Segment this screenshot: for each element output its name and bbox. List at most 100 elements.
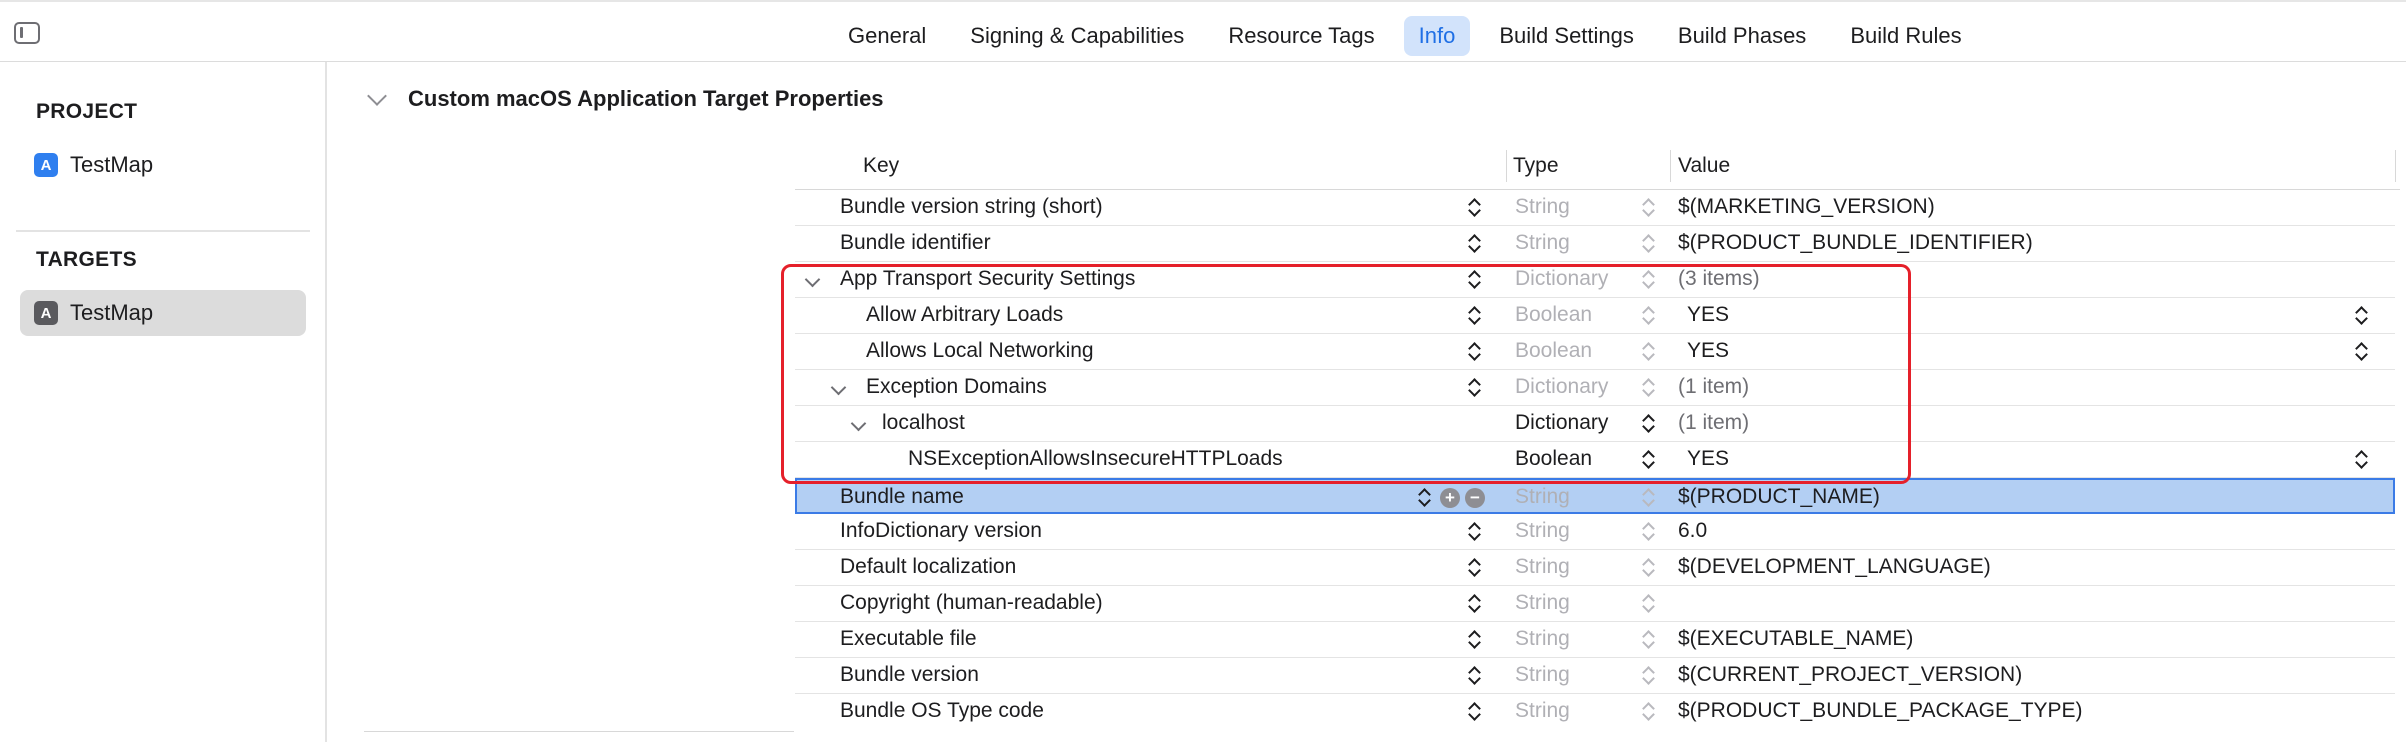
row-key: Executable file [840,627,977,650]
up-down-stepper-icon[interactable] [1642,413,1656,435]
row-key: Bundle version [840,663,979,686]
row-value[interactable]: 6.0 [1678,519,1707,543]
up-down-stepper-icon[interactable] [1642,629,1656,651]
up-down-stepper-icon[interactable] [1642,701,1656,723]
up-down-stepper-icon[interactable] [1642,593,1656,615]
row-key: Default localization [840,555,1017,578]
column-header-key[interactable]: Key [863,154,899,178]
minus-circle-icon[interactable]: − [1465,488,1485,508]
row-value[interactable]: $(EXECUTABLE_NAME) [1678,627,1913,651]
tab-build-settings[interactable]: Build Settings [1484,16,1649,56]
tab-general[interactable]: General [833,16,941,56]
row-key: InfoDictionary version [840,519,1042,542]
up-down-stepper-icon[interactable] [2355,305,2369,327]
row-value: (3 items) [1678,267,1760,290]
up-down-stepper-icon[interactable] [1642,665,1656,687]
table-row[interactable]: Allow Arbitrary Loads Boolean YES [795,298,2395,334]
up-down-stepper-icon[interactable] [1468,269,1482,291]
up-down-stepper-icon[interactable] [1468,521,1482,543]
row-key: Copyright (human-readable) [840,591,1103,614]
table-row[interactable]: NSExceptionAllowsInsecureHTTPLoads Boole… [795,442,2395,478]
table-row[interactable]: Bundle version String $(CURRENT_PROJECT_… [795,658,2395,694]
up-down-stepper-icon[interactable] [1642,557,1656,579]
table-row[interactable]: Copyright (human-readable) String [795,586,2395,622]
table-row[interactable]: Bundle version string (short) String $(M… [795,190,2395,226]
table-row[interactable]: Bundle OS Type code String $(PRODUCT_BUN… [795,694,2395,730]
up-down-stepper-icon[interactable] [1642,197,1656,219]
table-row[interactable]: InfoDictionary version String 6.0 [795,514,2395,550]
row-type: String [1515,195,1570,218]
column-divider[interactable] [1506,150,1507,182]
tab-info[interactable]: Info [1403,16,1471,56]
row-type: Boolean [1515,447,1593,470]
row-value[interactable]: YES [1687,339,1729,363]
table-row[interactable]: Exception Domains Dictionary (1 item) [795,370,2395,406]
table-row[interactable]: Bundle identifier String $(PRODUCT_BUNDL… [795,226,2395,262]
row-value[interactable]: $(MARKETING_VERSION) [1678,195,1935,219]
column-divider[interactable] [2395,150,2396,182]
section-divider [364,731,794,732]
row-value[interactable]: $(PRODUCT_BUNDLE_IDENTIFIER) [1678,231,2033,255]
row-value[interactable]: $(PRODUCT_BUNDLE_PACKAGE_TYPE) [1678,699,2083,723]
project-navigator: PROJECT A TestMap TARGETS A TestMap [0,62,327,742]
up-down-stepper-icon[interactable] [1418,487,1432,509]
chevron-right-icon[interactable] [367,86,387,106]
table-row[interactable]: Allows Local Networking Boolean YES [795,334,2395,370]
row-value[interactable]: YES [1687,447,1729,471]
table-row[interactable]: Executable file String $(EXECUTABLE_NAME… [795,622,2395,658]
up-down-stepper-icon[interactable] [1468,377,1482,399]
table-row[interactable]: App Transport Security Settings Dictiona… [795,262,2395,298]
plus-circle-icon[interactable]: + [1440,488,1460,508]
toolbar: General Signing & Capabilities Resource … [0,0,2406,62]
up-down-stepper-icon[interactable] [1468,557,1482,579]
row-type: String [1515,519,1570,542]
row-key: NSExceptionAllowsInsecureHTTPLoads [908,447,1283,470]
up-down-stepper-icon[interactable] [1642,269,1656,291]
up-down-stepper-icon[interactable] [1468,305,1482,327]
up-down-stepper-icon[interactable] [1468,593,1482,615]
table-row-selected[interactable]: Bundle name + − String $(PRODUCT_NAME) [795,478,2395,514]
table-row[interactable]: localhost Dictionary (1 item) [795,406,2395,442]
row-key: Bundle identifier [840,231,991,254]
column-header-type[interactable]: Type [1513,154,1559,178]
chevron-down-icon[interactable] [830,379,847,396]
targets-section-header: TARGETS [36,248,137,271]
up-down-stepper-icon[interactable] [1642,305,1656,327]
row-value[interactable]: $(PRODUCT_NAME) [1678,485,1880,509]
up-down-stepper-icon[interactable] [1642,521,1656,543]
tab-build-rules[interactable]: Build Rules [1835,16,1976,56]
table-row[interactable]: Default localization String $(DEVELOPMEN… [795,550,2395,586]
sidebar-item-label: TestMap [70,300,154,325]
row-key: Bundle OS Type code [840,699,1044,722]
up-down-stepper-icon[interactable] [1642,233,1656,255]
up-down-stepper-icon[interactable] [1468,341,1482,363]
section-header[interactable]: Custom macOS Application Target Properti… [367,86,884,112]
up-down-stepper-icon[interactable] [1642,377,1656,399]
up-down-stepper-icon[interactable] [1642,449,1656,471]
up-down-stepper-icon[interactable] [1468,197,1482,219]
up-down-stepper-icon[interactable] [2355,449,2369,471]
column-divider[interactable] [1670,150,1671,182]
row-type: Dictionary [1515,411,1609,434]
chevron-down-icon[interactable] [850,415,867,432]
tab-signing-capabilities[interactable]: Signing & Capabilities [955,16,1199,56]
up-down-stepper-icon[interactable] [1468,233,1482,255]
up-down-stepper-icon[interactable] [1468,701,1482,723]
row-value[interactable]: $(CURRENT_PROJECT_VERSION) [1678,663,2022,687]
up-down-stepper-icon[interactable] [1642,487,1656,509]
tab-build-phases[interactable]: Build Phases [1663,16,1821,56]
row-value[interactable]: $(DEVELOPMENT_LANGUAGE) [1678,555,1991,579]
tab-resource-tags[interactable]: Resource Tags [1213,16,1389,56]
property-table-header: Key Type Value [795,144,2400,190]
up-down-stepper-icon[interactable] [2355,341,2369,363]
sidebar-item-project[interactable]: A TestMap [20,142,306,188]
row-value[interactable]: YES [1687,303,1729,327]
sidebar-item-target[interactable]: A TestMap [20,290,306,336]
column-header-value[interactable]: Value [1678,154,1730,178]
row-type: String [1515,591,1570,614]
up-down-stepper-icon[interactable] [1642,341,1656,363]
sidebar-toggle-icon[interactable] [14,22,40,44]
up-down-stepper-icon[interactable] [1468,629,1482,651]
up-down-stepper-icon[interactable] [1468,665,1482,687]
chevron-down-icon[interactable] [804,271,821,288]
